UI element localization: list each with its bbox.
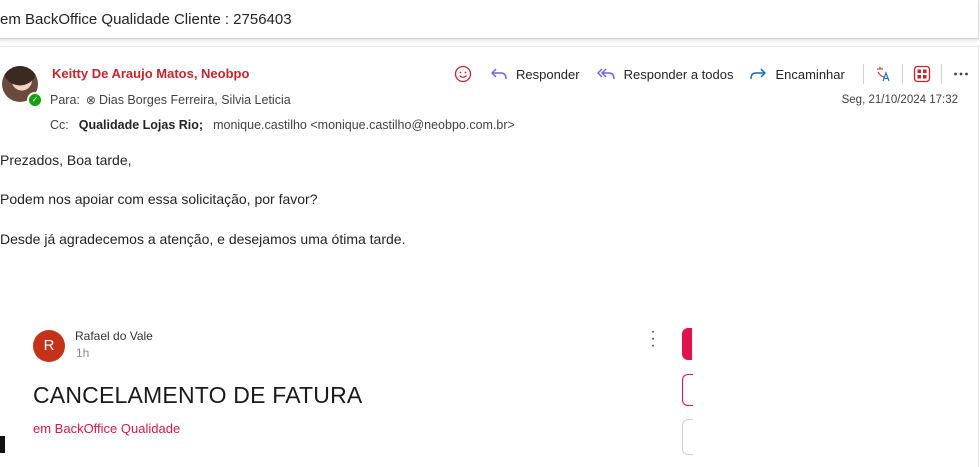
reply-label: Responder — [516, 66, 580, 82]
toolbar-divider — [901, 64, 903, 84]
forward-label: Encaminhar — [775, 66, 845, 82]
message-actions-toolbar: Responder Responder a todos Encaminhar — [452, 63, 972, 85]
reply-button[interactable]: Responder — [490, 67, 580, 82]
toolbar-divider — [940, 64, 942, 84]
more-actions-button[interactable] — [950, 63, 972, 85]
post-author-avatar: R — [33, 330, 65, 362]
embedded-post-image: R Rafael do Vale 1h · · · CANCELAMENTO DE … — [0, 318, 980, 455]
translate-button[interactable] — [872, 63, 894, 85]
post-side-button — [682, 374, 693, 406]
post-author-name: Rafael do Vale — [75, 329, 153, 343]
presence-available-icon: ✓ — [27, 92, 43, 108]
translate-icon — [876, 67, 890, 82]
cursor-bar — [0, 436, 5, 453]
post-side-button — [682, 419, 693, 455]
cc-label: Cc: — [50, 118, 69, 132]
to-label: Para: — [50, 93, 80, 107]
more-horizontal-icon — [953, 72, 968, 76]
message-date: Seg, 21/10/2024 17:32 — [841, 94, 958, 106]
apps-button[interactable] — [911, 63, 933, 85]
to-line: Para: ⊗ Dias Borges Ferreira, Silvia Letic… — [50, 93, 291, 107]
body-paragraph: Desde já agradecemos a atenção, e deseja… — [0, 231, 406, 247]
sender-name[interactable]: Keitty De Araujo Matos, Neobpo — [52, 66, 249, 81]
emoji-reaction-button[interactable] — [452, 63, 474, 85]
post-side-button — [682, 328, 692, 360]
cc-recipient-group[interactable]: Qualidade Lojas Rio; — [79, 118, 203, 132]
reply-all-icon — [596, 68, 615, 80]
body-paragraph: Prezados, Boa tarde, — [0, 152, 132, 168]
body-paragraph: Podem nos apoiar com essa solicitação, p… — [0, 191, 318, 207]
recipient-status-icon: ⊗ — [85, 93, 96, 107]
forward-button[interactable]: Encaminhar — [749, 66, 845, 82]
cc-recipient-email[interactable]: monique.castilho <monique.castilho@neobp… — [213, 118, 515, 132]
to-recipients[interactable]: Dias Borges Ferreira, Silvia Leticia — [99, 93, 291, 107]
toolbar-divider — [862, 64, 864, 84]
reply-icon — [491, 68, 507, 80]
post-title: CANCELAMENTO DE FATURA — [33, 382, 363, 408]
more-vertical-icon: · · · — [650, 323, 656, 354]
email-subject: em BackOffice Qualidade Cliente : 275640… — [0, 11, 292, 28]
post-time: 1h — [76, 346, 90, 360]
reply-all-button[interactable]: Responder a todos — [596, 66, 734, 82]
forward-icon — [750, 68, 767, 80]
apps-icon — [913, 65, 930, 83]
subject-bar: em BackOffice Qualidade Cliente : 275640… — [0, 0, 979, 39]
reply-all-label: Responder a todos — [623, 66, 734, 82]
cc-line: Cc: Qualidade Lojas Rio; monique.castilho … — [50, 118, 515, 132]
emoji-icon — [454, 65, 472, 83]
post-group: em BackOffice Qualidade — [33, 421, 181, 436]
